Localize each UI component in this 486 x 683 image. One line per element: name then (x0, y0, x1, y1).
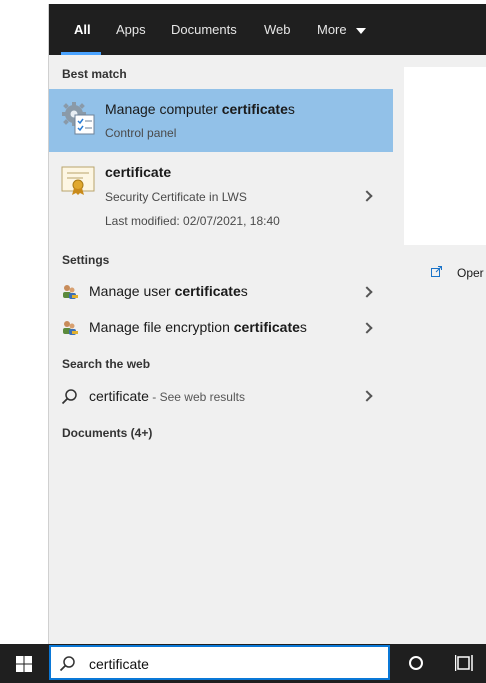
section-search-web: Search the web (62, 357, 151, 371)
result-web-search[interactable]: certificate - See web results (49, 379, 393, 413)
tab-more[interactable]: More (317, 4, 367, 55)
tab-all[interactable]: All (74, 4, 91, 55)
tab-web-label: Web (264, 22, 291, 37)
settings-gear-icon (62, 102, 95, 135)
search-input[interactable] (89, 653, 379, 675)
section-documents[interactable]: Documents (4+) (62, 426, 152, 440)
result-certificate-file[interactable]: certificate Security Certificate in LWS … (49, 152, 393, 238)
web-results-hint: - See web results (148, 390, 245, 404)
search-tab-bar: All Apps Documents Web More (49, 4, 486, 55)
tab-more-label: More (317, 22, 347, 37)
preview-pane: Oper (404, 55, 486, 644)
result-title: certificate (105, 164, 172, 180)
tab-apps-label: Apps (116, 22, 146, 37)
result-manage-file-encryption-certificates[interactable]: Manage file encryption certificates (49, 311, 393, 345)
tab-documents-label: Documents (171, 22, 237, 37)
cortana-icon[interactable] (409, 656, 423, 670)
result-subtitle: Control panel (105, 126, 177, 140)
result-title: Manage user certificates (89, 283, 248, 299)
result-title: Manage file encryption certificates (89, 319, 307, 335)
open-icon[interactable] (431, 266, 442, 277)
tab-apps[interactable]: Apps (116, 4, 146, 55)
tab-all-label: All (74, 22, 91, 37)
result-manage-computer-certificates[interactable]: Manage computer certificates Control pan… (49, 89, 393, 152)
taskbar-search-box[interactable] (49, 645, 390, 680)
tab-documents[interactable]: Documents (171, 4, 237, 55)
chevron-right-icon[interactable] (361, 322, 373, 334)
search-results-panel: All Apps Documents Web More Best match M… (48, 4, 486, 644)
windows-logo-icon (16, 656, 32, 672)
preview-card (404, 67, 486, 245)
tab-web[interactable]: Web (264, 4, 291, 55)
results-list: Best match Manage computer certificates … (49, 55, 393, 644)
result-modified-date: Last modified: 02/07/2021, 18:40 (105, 214, 280, 228)
open-action-label[interactable]: Oper (457, 266, 484, 280)
caret-down-icon (356, 27, 367, 34)
result-title: certificate - See web results (89, 388, 245, 404)
users-key-icon (63, 285, 78, 299)
section-best-match: Best match (62, 67, 127, 81)
result-manage-user-certificates[interactable]: Manage user certificates (49, 275, 393, 309)
start-button[interactable] (0, 644, 48, 683)
result-subtitle: Security Certificate in LWS (105, 190, 247, 204)
search-icon (59, 656, 75, 672)
taskbar (0, 644, 486, 683)
task-view-icon[interactable] (455, 655, 473, 671)
users-key-icon (63, 321, 78, 335)
chevron-right-icon[interactable] (361, 286, 373, 298)
result-title: Manage computer certificates (105, 101, 295, 117)
section-settings: Settings (62, 253, 110, 267)
chevron-right-icon[interactable] (361, 190, 373, 202)
certificate-file-icon (61, 166, 95, 195)
search-icon (61, 389, 77, 405)
chevron-right-icon[interactable] (361, 390, 373, 402)
